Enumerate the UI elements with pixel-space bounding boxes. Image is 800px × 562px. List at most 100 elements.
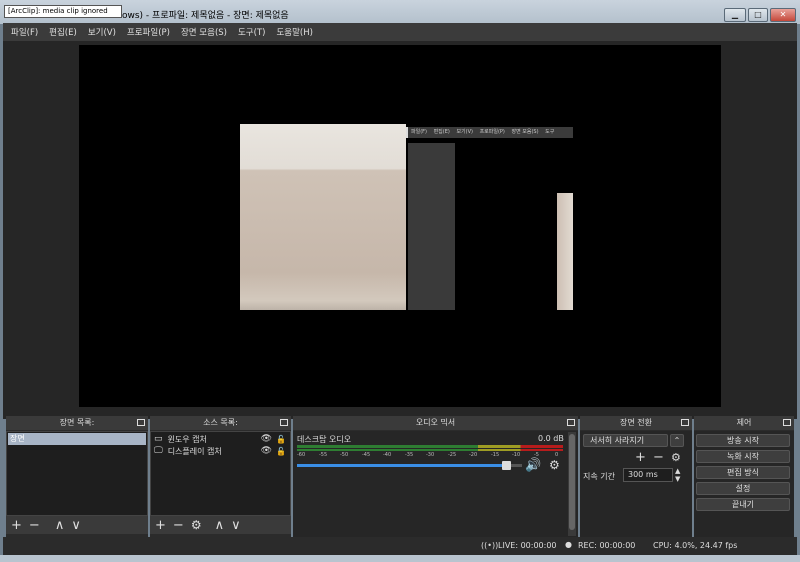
- remove-icon[interactable]: −: [173, 519, 184, 532]
- record-icon: ●: [565, 540, 572, 549]
- move-down-icon[interactable]: ∨: [71, 519, 81, 532]
- chevron-updown-icon: ⌃: [673, 436, 681, 445]
- remove-icon[interactable]: −: [653, 450, 664, 465]
- meter-tick-label: -25: [448, 452, 457, 458]
- remove-icon[interactable]: −: [29, 519, 40, 532]
- nested-panel: [408, 143, 455, 310]
- menu-help[interactable]: 도움말(H): [276, 26, 312, 38]
- nested-menu-item: 보기(V): [456, 129, 473, 135]
- capture-image: [240, 124, 406, 310]
- tooltip: [ArcClip]: media clip ignored: [4, 5, 122, 18]
- meter-tick-label: -30: [426, 452, 435, 458]
- source-item[interactable]: ▭ 윈도우 캡처 👁 🔓: [151, 433, 290, 445]
- meter-tick-label: -50: [340, 452, 349, 458]
- exit-button[interactable]: 끝내기: [696, 498, 790, 511]
- meter-tick-label: -45: [362, 452, 371, 458]
- sources-list[interactable]: ▭ 윈도우 캡처 👁 🔓 🖵 디스플레이 캡처 👁 🔓: [150, 431, 291, 516]
- menu-edit[interactable]: 편집(E): [49, 26, 77, 38]
- settings-button[interactable]: 설정: [696, 482, 790, 495]
- meter-tick-label: -35: [405, 452, 414, 458]
- speaker-icon[interactable]: 🔊: [525, 458, 541, 473]
- menu-view[interactable]: 보기(V): [88, 26, 116, 38]
- channel-name: 데스크탑 오디오: [297, 435, 352, 444]
- gear-icon[interactable]: ⚙: [671, 451, 681, 464]
- menu-file[interactable]: 파일(F): [11, 26, 38, 38]
- sources-dock: 소스 목록: ▭ 윈도우 캡처 👁 🔓 🖵 디스플레이 캡처 👁 🔓 + − ⚙…: [150, 416, 291, 537]
- meter-tick-label: -20: [469, 452, 478, 458]
- maximize-button[interactable]: □: [748, 8, 768, 22]
- duration-input[interactable]: 300 ms: [623, 468, 673, 482]
- live-icon: ((•)): [481, 541, 499, 550]
- lock-icon[interactable]: 🔓: [276, 447, 286, 456]
- gear-icon[interactable]: ⚙: [549, 458, 560, 472]
- source-label: 윈도우 캡처: [167, 434, 207, 444]
- menu-profile[interactable]: 프로파일(P): [127, 26, 170, 38]
- scenes-dock: 장면 목록: 장면 + − ∧ ∨: [6, 416, 148, 537]
- meter-bar: [297, 449, 563, 451]
- nested-menu-item: 장면 모음(S): [511, 129, 539, 135]
- undock-icon[interactable]: [783, 419, 791, 426]
- lock-icon[interactable]: 🔓: [276, 435, 286, 444]
- live-time: LIVE: 00:00:00: [498, 541, 557, 550]
- minimize-button[interactable]: ▁: [724, 8, 746, 22]
- add-icon[interactable]: +: [635, 450, 646, 465]
- start-recording-button[interactable]: 녹화 시작: [696, 450, 790, 463]
- undock-icon[interactable]: [280, 419, 288, 426]
- level-readout: 0.0 dB: [538, 434, 564, 443]
- mixer-scrollbar[interactable]: [568, 432, 576, 536]
- maximize-icon: □: [754, 10, 762, 19]
- undock-icon[interactable]: [137, 419, 145, 426]
- nested-menu-item: 파일(F): [411, 129, 427, 135]
- nested-image-strip: [557, 193, 573, 310]
- transitions-dock: 장면 전환 서서히 사라지기 ⌃ + − ⚙ 지속 기간 300 ms ▲ ▼: [580, 416, 692, 537]
- minimize-icon: ▁: [731, 10, 739, 19]
- menu-bar: 파일(F) 편집(E) 보기(V) 프로파일(P) 장면 모음(S) 도구(T)…: [3, 23, 797, 41]
- visibility-icon[interactable]: 👁: [261, 446, 272, 456]
- window-border: [0, 555, 800, 562]
- transition-select-arrow[interactable]: ⌃: [670, 434, 684, 447]
- meter-bar: [297, 445, 563, 448]
- meter-tick-label: -60: [297, 452, 306, 458]
- menu-tools[interactable]: 도구(T): [238, 26, 265, 38]
- meter-tick-label: -40: [383, 452, 392, 458]
- volume-slider-handle[interactable]: [502, 461, 511, 470]
- visibility-icon[interactable]: 👁: [261, 434, 272, 444]
- meter-tick-label: -55: [319, 452, 328, 458]
- controls-dock: 제어 방송 시작 녹화 시작 편집 방식 설정 끝내기: [694, 416, 794, 537]
- meter-tick-label: -15: [491, 452, 500, 458]
- source-label: 디스플레이 캡처: [167, 446, 222, 456]
- source-item[interactable]: 🖵 디스플레이 캡처 👁 🔓: [151, 445, 290, 457]
- add-icon[interactable]: +: [11, 519, 22, 532]
- window-title: ows) - 프로파일: 제목없음 - 장면: 제목없음: [122, 11, 289, 21]
- sources-toolbar: + − ⚙ ∧ ∨: [150, 516, 291, 534]
- duration-spinner[interactable]: ▲ ▼: [675, 467, 680, 483]
- close-icon: ✕: [779, 10, 787, 19]
- nested-menu-item: 편집(E): [433, 129, 450, 135]
- add-icon[interactable]: +: [155, 519, 166, 532]
- status-bar: ((•)) LIVE: 00:00:00 ● REC: 00:00:00 CPU…: [3, 537, 797, 555]
- controls-title: 제어: [694, 416, 794, 430]
- gear-icon[interactable]: ⚙: [191, 518, 202, 532]
- undock-icon[interactable]: [567, 419, 575, 426]
- move-down-icon[interactable]: ∨: [231, 519, 241, 532]
- audio-mixer-dock: 오디오 믹서 데스크탑 오디오 0.0 dB -60 -55 -50 -45 -40 -3…: [293, 416, 578, 537]
- start-streaming-button[interactable]: 방송 시작: [696, 434, 790, 447]
- scene-item[interactable]: 장면: [8, 433, 146, 445]
- nested-menu-item: 도구: [545, 129, 555, 135]
- undock-icon[interactable]: [681, 419, 689, 426]
- nested-menu-item: 프로파일(P): [479, 129, 505, 135]
- meter-ticks: -60 -55 -50 -45 -40 -35 -30 -25 -20 -15 -10 -5 0: [297, 452, 563, 460]
- nested-menu-bar: 파일(F) 편집(E) 보기(V) 프로파일(P) 장면 모음(S) 도구: [406, 127, 573, 138]
- move-up-icon[interactable]: ∧: [55, 519, 65, 532]
- scenes-list[interactable]: 장면: [6, 431, 148, 516]
- transition-select[interactable]: 서서히 사라지기: [583, 434, 668, 447]
- cpu-readout: CPU: 4.0%, 24.47 fps: [653, 541, 738, 550]
- studio-mode-button[interactable]: 편집 방식: [696, 466, 790, 479]
- window-icon: ▭: [154, 434, 163, 444]
- monitor-icon: 🖵: [154, 446, 163, 456]
- volume-fill: [297, 464, 506, 467]
- close-button[interactable]: ✕: [770, 8, 796, 22]
- move-up-icon[interactable]: ∧: [215, 519, 225, 532]
- menu-scene-collection[interactable]: 장면 모음(S): [181, 26, 227, 38]
- transitions-title: 장면 전환: [580, 416, 692, 430]
